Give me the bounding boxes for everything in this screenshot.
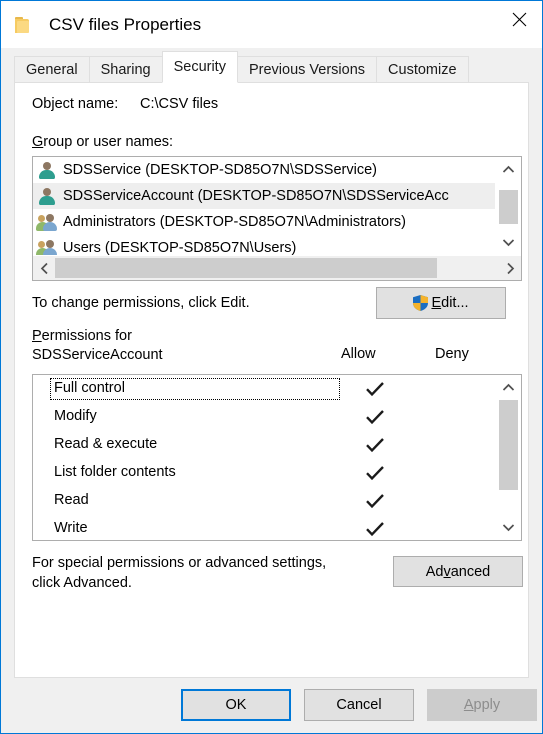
vertical-scroll-thumb[interactable] [499, 400, 518, 490]
permissions-list[interactable]: Full control Modify Read & execute List … [32, 374, 522, 541]
tab-security[interactable]: Security [161, 51, 238, 83]
user-icon [38, 187, 56, 205]
permission-label: List folder contents [54, 464, 176, 480]
vertical-scroll-track[interactable] [496, 400, 521, 515]
scroll-left-icon[interactable] [33, 256, 55, 280]
allow-checkmark-icon[interactable] [355, 459, 395, 487]
deny-checkbox[interactable] [449, 515, 489, 540]
permissions-list-items: Full control Modify Read & execute List … [33, 375, 496, 540]
folder-icon [15, 16, 35, 34]
permissions-list-vertical-scrollbar[interactable] [496, 375, 521, 540]
deny-checkbox[interactable] [449, 487, 489, 515]
uac-shield-icon [413, 295, 429, 311]
edit-button[interactable]: Edit... [376, 287, 506, 319]
tab-previous-versions[interactable]: Previous Versions [236, 56, 378, 82]
cancel-button[interactable]: Cancel [304, 689, 414, 721]
column-header-deny: Deny [435, 346, 469, 362]
vertical-scroll-track[interactable] [496, 182, 521, 230]
group-or-user-names-label: Group or user names: [32, 134, 174, 150]
group-user-list-vertical-scrollbar[interactable] [495, 157, 521, 255]
horizontal-scroll-track[interactable] [55, 256, 499, 280]
table-row[interactable]: List folder contents [33, 459, 496, 487]
allow-checkmark-icon[interactable] [355, 375, 395, 403]
list-item[interactable]: SDSService (DESKTOP-SD85O7N\SDSService) [33, 157, 495, 183]
deny-checkbox[interactable] [449, 403, 489, 431]
tab-sharing[interactable]: Sharing [88, 56, 163, 82]
list-item-label: Administrators (DESKTOP-SD85O7N\Administ… [63, 214, 406, 230]
advanced-button-label: Advanced [425, 563, 491, 580]
permission-label: Read & execute [54, 436, 158, 452]
permission-label: Modify [54, 408, 97, 424]
table-row[interactable]: Write [33, 515, 496, 540]
ok-button[interactable]: OK [181, 689, 291, 721]
advanced-button[interactable]: Advanced [393, 556, 523, 587]
vertical-scroll-thumb[interactable] [499, 190, 518, 224]
horizontal-scroll-thumb[interactable] [55, 258, 437, 278]
scroll-right-icon[interactable] [499, 256, 521, 280]
group-user-list-items: SDSService (DESKTOP-SD85O7N\SDSService) … [33, 157, 495, 255]
window-title: CSV files Properties [49, 14, 202, 34]
table-row[interactable]: Read [33, 487, 496, 515]
edit-hint-text: To change permissions, click Edit. [32, 295, 250, 311]
column-header-allow: Allow [341, 346, 376, 362]
group-icon [36, 213, 57, 231]
scroll-down-icon[interactable] [496, 515, 521, 540]
deny-checkbox[interactable] [449, 459, 489, 487]
apply-button: Apply [427, 689, 537, 721]
edit-button-label: Edit... [431, 295, 469, 311]
list-item[interactable]: Users (DESKTOP-SD85O7N\Users) [33, 235, 495, 255]
list-item-label: Users (DESKTOP-SD85O7N\Users) [63, 240, 297, 255]
table-row[interactable]: Full control [33, 375, 496, 403]
list-item-label: SDSService (DESKTOP-SD85O7N\SDSService) [63, 162, 377, 178]
dialog-footer: OK Cancel Apply [1, 678, 542, 733]
tab-strip: General Sharing Security Previous Versio… [1, 48, 542, 83]
deny-checkbox[interactable] [449, 375, 489, 403]
permission-label: Write [54, 520, 88, 536]
table-row[interactable]: Modify [33, 403, 496, 431]
title-bar: CSV files Properties [1, 1, 542, 48]
tab-general[interactable]: General [14, 56, 90, 82]
properties-dialog: CSV files Properties General Sharing Sec… [0, 0, 543, 734]
permission-label: Full control [50, 378, 340, 400]
security-tab-page: Object name: C:\CSV files Group or user n… [14, 82, 529, 678]
scroll-down-icon[interactable] [496, 230, 521, 255]
allow-checkmark-icon[interactable] [355, 431, 395, 459]
object-name-label: Object name: [32, 96, 119, 112]
allow-checkmark-icon[interactable] [355, 403, 395, 431]
object-name-row: Object name: C:\CSV files [32, 96, 218, 112]
user-icon [38, 161, 56, 179]
group-user-list-horizontal-scrollbar[interactable] [33, 255, 521, 280]
table-row[interactable]: Read & execute [33, 431, 496, 459]
allow-checkmark-icon[interactable] [355, 487, 395, 515]
permission-label: Read [54, 492, 89, 508]
object-name-value: C:\CSV files [140, 96, 219, 112]
deny-checkbox[interactable] [449, 431, 489, 459]
group-icon [36, 239, 57, 255]
list-item[interactable]: Administrators (DESKTOP-SD85O7N\Administ… [33, 209, 495, 235]
permissions-for-label: Permissions for SDSServiceAccount [32, 328, 163, 363]
close-icon[interactable] [496, 1, 542, 37]
group-user-list-body: SDSService (DESKTOP-SD85O7N\SDSService) … [33, 157, 521, 255]
allow-checkmark-icon[interactable] [355, 515, 395, 540]
permissions-subject: SDSServiceAccount [32, 347, 163, 363]
advanced-hint-text: For special permissions or advanced sett… [32, 555, 327, 591]
group-user-list[interactable]: SDSService (DESKTOP-SD85O7N\SDSService) … [32, 156, 522, 281]
list-item[interactable]: SDSServiceAccount (DESKTOP-SD85O7N\SDSSe… [33, 183, 495, 209]
tab-customize[interactable]: Customize [376, 56, 469, 82]
list-item-label: SDSServiceAccount (DESKTOP-SD85O7N\SDSSe… [63, 188, 449, 204]
scroll-up-icon[interactable] [496, 157, 521, 182]
scroll-up-icon[interactable] [496, 375, 521, 400]
